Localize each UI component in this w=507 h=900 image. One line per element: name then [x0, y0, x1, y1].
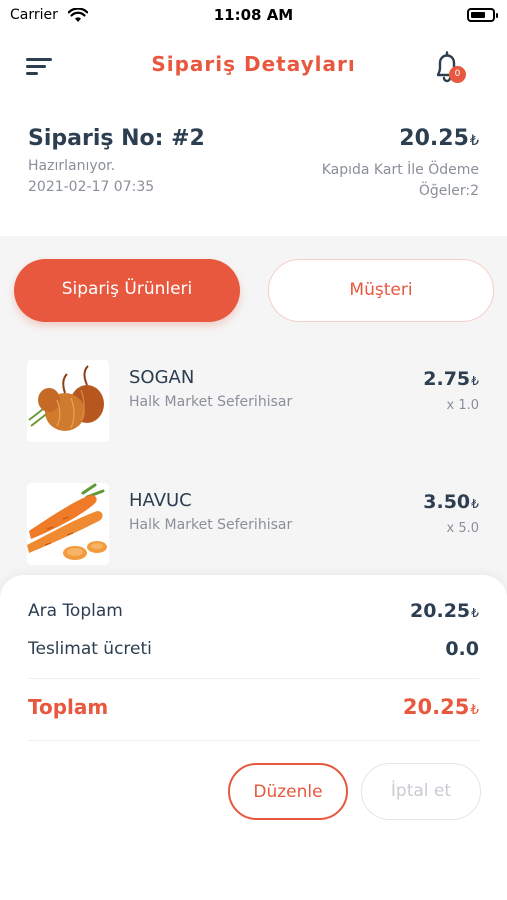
order-status: Hazırlanıyor.: [28, 158, 116, 174]
status-bar: Carrier 11:08 AM: [0, 0, 507, 32]
product-price-value: 3.50: [423, 491, 471, 513]
order-total-value: 20.25: [399, 126, 469, 151]
total-label: Toplam: [28, 695, 109, 719]
currency-symbol: ₺: [470, 702, 479, 718]
order-date: 2021-02-17 07:35: [28, 179, 155, 195]
navigation-bar: Sipariş Detayları: [0, 32, 507, 104]
tab-customer[interactable]: Müşteri: [268, 259, 494, 322]
divider: [28, 678, 479, 679]
product-name: HAVUC: [129, 490, 192, 511]
currency-symbol: ₺: [469, 133, 479, 149]
total-value: 20.25₺: [403, 695, 479, 719]
total-amount: 20.25: [402, 695, 470, 719]
product-price: 2.75₺: [423, 368, 479, 390]
edit-button[interactable]: Düzenle: [228, 763, 348, 820]
onion-image: [27, 360, 109, 442]
notification-badge: 0: [449, 66, 466, 83]
product-store: Halk Market Seferihisar: [129, 394, 293, 410]
divider: [28, 740, 479, 741]
currency-symbol: ₺: [471, 374, 479, 388]
list-item[interactable]: HAVUC Halk Market Seferihisar 3.50₺ x 5.…: [0, 483, 507, 583]
product-quantity: x 1.0: [446, 398, 480, 413]
items-count: Öğeler:2: [418, 183, 479, 199]
delivery-fee-label: Teslimat ücreti: [28, 639, 152, 659]
cancel-order-button[interactable]: İptal et: [361, 763, 481, 820]
currency-symbol: ₺: [471, 497, 479, 511]
battery-icon: [467, 8, 498, 22]
product-price: 3.50₺: [423, 491, 479, 513]
delivery-fee-value: 0.0: [445, 638, 479, 660]
currency-symbol: ₺: [471, 606, 479, 620]
subtotal-value: 20.25₺: [410, 600, 479, 622]
subtotal-label: Ara Toplam: [28, 601, 123, 621]
order-number: Sipariş No: #2: [28, 126, 205, 151]
subtotal-amount: 20.25: [410, 600, 471, 622]
product-store: Halk Market Seferihisar: [129, 517, 293, 533]
order-summary-card: Sipariş No: #2 Hazırlanıyor. 2021-02-17 …: [0, 104, 507, 236]
product-quantity: x 5.0: [446, 521, 480, 536]
product-name: SOGAN: [129, 367, 195, 388]
carrot-image: [27, 483, 109, 565]
product-price-value: 2.75: [423, 368, 471, 390]
order-total: 20.25₺: [399, 126, 479, 151]
order-totals-panel: Ara Toplam 20.25₺ Teslimat ücreti 0.0 To…: [0, 575, 507, 900]
payment-method: Kapıda Kart İle Ödeme: [321, 162, 479, 178]
list-item[interactable]: SOGAN Halk Market Seferihisar 2.75₺ x 1.…: [0, 360, 507, 460]
tab-order-products[interactable]: Sipariş Ürünleri: [14, 259, 240, 322]
status-time: 11:08 AM: [213, 6, 294, 24]
